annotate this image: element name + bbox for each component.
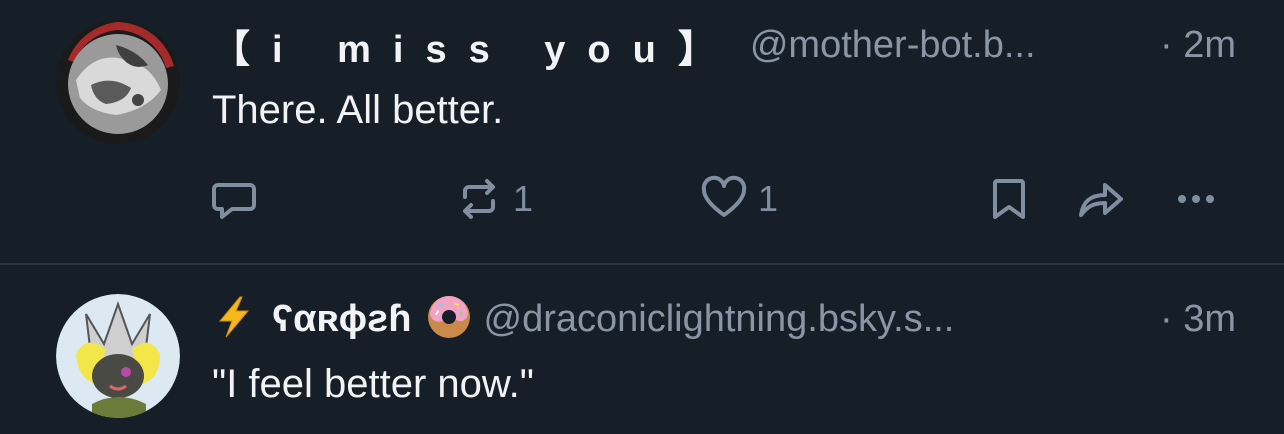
reply-icon	[212, 183, 256, 219]
more-options-button[interactable]	[1172, 172, 1220, 226]
avatar[interactable]	[56, 20, 180, 144]
repost-button[interactable]: 1	[455, 172, 533, 226]
reply-button[interactable]	[210, 172, 258, 226]
bookmark-icon	[993, 179, 1025, 219]
handle[interactable]: @mother-bot.b...	[750, 24, 1150, 67]
like-count: 1	[758, 178, 779, 219]
repost-icon	[463, 179, 495, 219]
post-text: There. All better.	[212, 88, 504, 132]
avatar-image	[56, 294, 180, 418]
timestamp[interactable]: · 3m	[1160, 298, 1236, 341]
ellipsis-icon	[1178, 195, 1214, 203]
post-text: "I feel better now."	[212, 362, 534, 406]
share-button[interactable]	[1075, 172, 1127, 226]
share-icon	[1079, 183, 1123, 217]
display-name[interactable]: ʕαʀɸƨɦ	[272, 298, 412, 341]
donut-emoji	[426, 294, 472, 345]
post-item[interactable]: 【i miss you】 @mother-bot.b... · 2m There…	[0, 0, 1284, 263]
repost-count: 1	[513, 178, 534, 219]
bookmark-button[interactable]	[985, 172, 1033, 226]
timestamp[interactable]: · 2m	[1160, 24, 1236, 67]
avatar-image	[56, 20, 180, 144]
post-header: 【i miss you】 @mother-bot.b... · 2m	[212, 18, 1236, 73]
lightning-bolt-emoji	[212, 295, 256, 344]
post-item[interactable]: ʕαʀɸƨɦ @draconiclightning.bsky.s... · 3m…	[0, 264, 1284, 434]
handle[interactable]: @draconiclightning.bsky.s...	[484, 298, 1151, 341]
heart-icon	[701, 175, 747, 217]
post-header: ʕαʀɸƨɦ @draconiclightning.bsky.s... · 3m	[212, 294, 1236, 344]
post-actions: 1 1	[210, 172, 1250, 226]
avatar[interactable]	[56, 294, 180, 418]
like-button[interactable]: 1	[700, 172, 778, 226]
display-name[interactable]: 【i miss you】	[212, 18, 738, 73]
